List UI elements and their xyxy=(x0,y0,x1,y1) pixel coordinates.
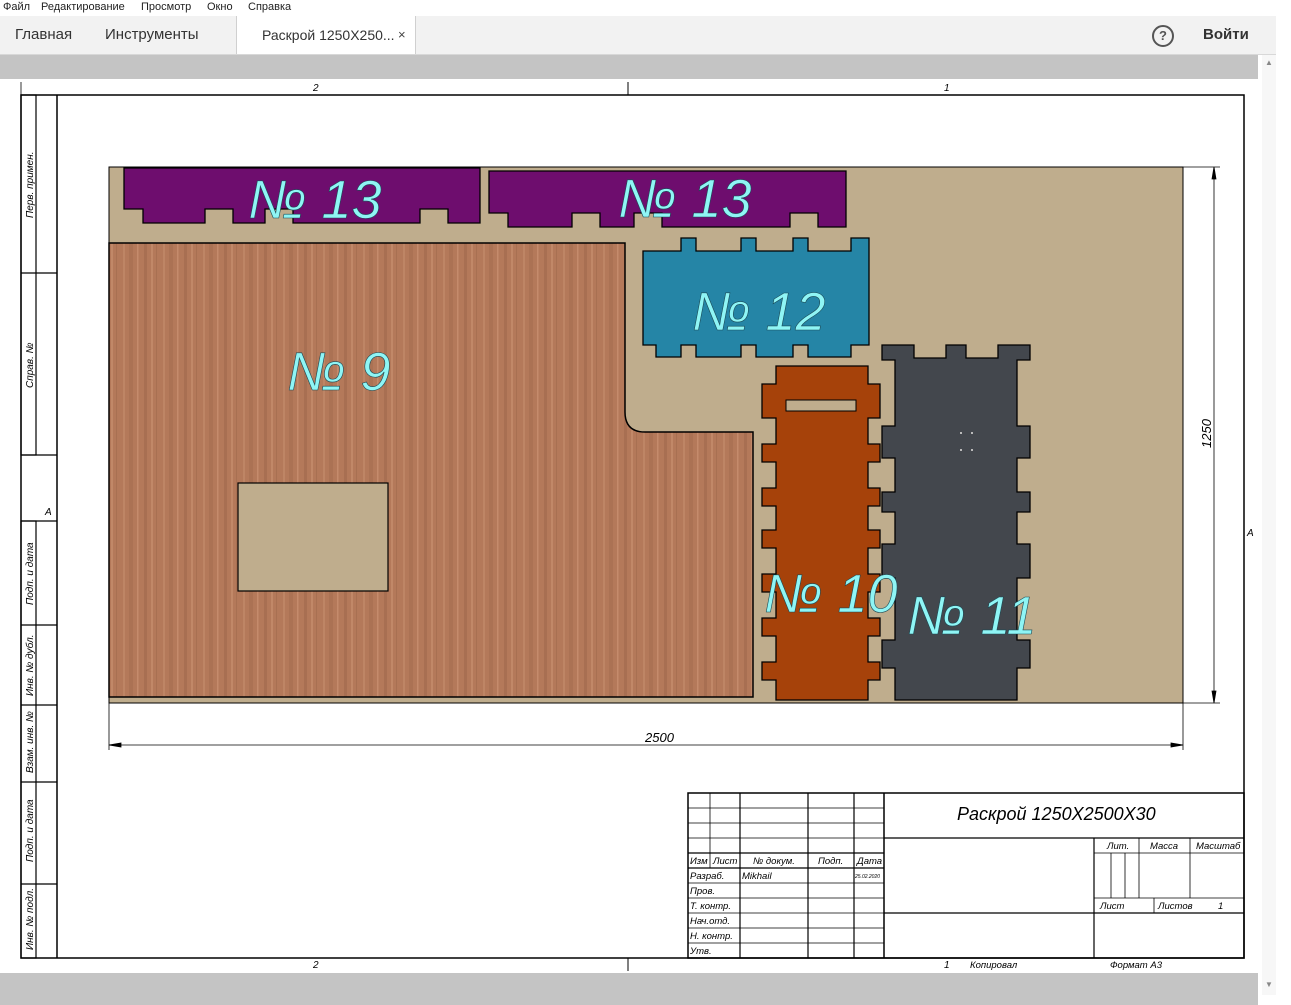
tb-row-tkontr: Т. контр. xyxy=(690,901,731,912)
tb-col-podp: Подп. xyxy=(818,856,843,867)
status-strip xyxy=(0,973,1258,1005)
tab-document[interactable]: Раскрой 1250X250... × xyxy=(236,16,416,54)
dimension-width-label: 2500 xyxy=(644,730,675,745)
vertical-scrollbar[interactable]: ▲ ▼ xyxy=(1262,55,1276,995)
login-button[interactable]: Войти xyxy=(1203,26,1249,43)
scroll-down-icon[interactable]: ▼ xyxy=(1265,980,1273,989)
part-11[interactable] xyxy=(881,344,1031,701)
tb-row-nkontr: Н. контр. xyxy=(690,931,733,942)
stamp-inv-podl: Инв. № подл. xyxy=(25,888,36,950)
menu-view[interactable]: Просмотр xyxy=(141,1,191,13)
zone-a-right: A xyxy=(1246,528,1254,539)
label-part-11: № 11 xyxy=(907,586,1037,646)
scroll-up-icon[interactable]: ▲ xyxy=(1265,58,1273,67)
title-block-title: Раскрой 1250X2500X30 xyxy=(957,804,1156,824)
tb-row-utv: Утв. xyxy=(689,946,712,957)
label-part-13-right: № 13 xyxy=(618,169,752,229)
tb-sheets-count: 1 xyxy=(1218,901,1223,912)
part-10-slot xyxy=(785,399,857,412)
menu-edit[interactable]: Редактирование xyxy=(41,1,125,13)
help-icon[interactable]: ? xyxy=(1152,25,1174,47)
part-10[interactable] xyxy=(761,365,881,701)
tb-developer: Mikhail xyxy=(742,871,772,882)
drawing-sheet: 2 1 2 1 A A Перв. примен. Справ. № Подп.… xyxy=(0,79,1258,973)
stamp-vzam-inv: Взам. инв. № xyxy=(25,711,36,773)
tb-copied: Копировал xyxy=(970,960,1018,971)
toolbar-strip xyxy=(0,55,1258,79)
tb-row-prov: Пров. xyxy=(690,886,715,897)
tb-col-izm: Изм xyxy=(690,856,708,867)
menu-bar: Файл Редактирование Просмотр Окно Справк… xyxy=(0,0,1291,16)
label-part-10: № 10 xyxy=(764,564,898,624)
tab-home[interactable]: Главная xyxy=(15,16,72,54)
zone-bottom-right: 1 xyxy=(944,960,950,971)
label-part-13-left: № 13 xyxy=(248,170,382,230)
zone-bottom-left: 2 xyxy=(312,960,319,971)
menu-file[interactable]: Файл xyxy=(3,1,30,13)
tb-row-nachotd: Нач.отд. xyxy=(690,916,730,927)
tb-date: 25.02.2020 xyxy=(854,874,880,880)
drawing-canvas[interactable]: 2 1 2 1 A A Перв. примен. Справ. № Подп.… xyxy=(0,79,1258,973)
menu-help[interactable]: Справка xyxy=(248,1,291,13)
zone-a-left: A xyxy=(44,507,52,518)
tb-col-data: Дата xyxy=(856,856,882,867)
stamp-inv-dubl: Инв. № дубл. xyxy=(24,635,36,697)
part-9-cutout xyxy=(237,482,389,592)
stamp-podp-data-1: Подп. и дата xyxy=(25,542,36,605)
zone-top-right: 1 xyxy=(944,83,950,94)
menu-window[interactable]: Окно xyxy=(207,1,233,13)
tb-row-razrab: Разраб. xyxy=(690,871,724,882)
label-part-12: № 12 xyxy=(692,282,826,342)
tb-col-dokum: № докум. xyxy=(753,856,795,867)
tab-bar: Главная Инструменты Раскрой 1250X250... … xyxy=(0,16,1276,55)
label-part-9: № 9 xyxy=(287,342,391,402)
tb-scale: Масштаб xyxy=(1196,841,1241,852)
zone-top-left: 2 xyxy=(312,83,319,94)
tb-mass: Масса xyxy=(1150,841,1178,852)
tb-col-list: Лист xyxy=(712,856,738,867)
stamp-sprav: Справ. № xyxy=(25,342,36,388)
tab-document-label: Раскрой 1250X250... xyxy=(262,27,395,43)
dimension-height-label: 1250 xyxy=(1199,418,1214,448)
tb-format: Формат A3 xyxy=(1110,960,1163,971)
tb-lit: Лит. xyxy=(1106,841,1129,852)
stamp-perv-primen: Перв. примен. xyxy=(25,152,36,218)
close-icon[interactable]: × xyxy=(398,16,406,54)
stamp-podp-data-2: Подп. и дата xyxy=(25,799,36,862)
tab-tools[interactable]: Инструменты xyxy=(105,16,199,54)
tb-sheet: Лист xyxy=(1099,901,1125,912)
tb-sheets: Листов xyxy=(1157,901,1193,912)
